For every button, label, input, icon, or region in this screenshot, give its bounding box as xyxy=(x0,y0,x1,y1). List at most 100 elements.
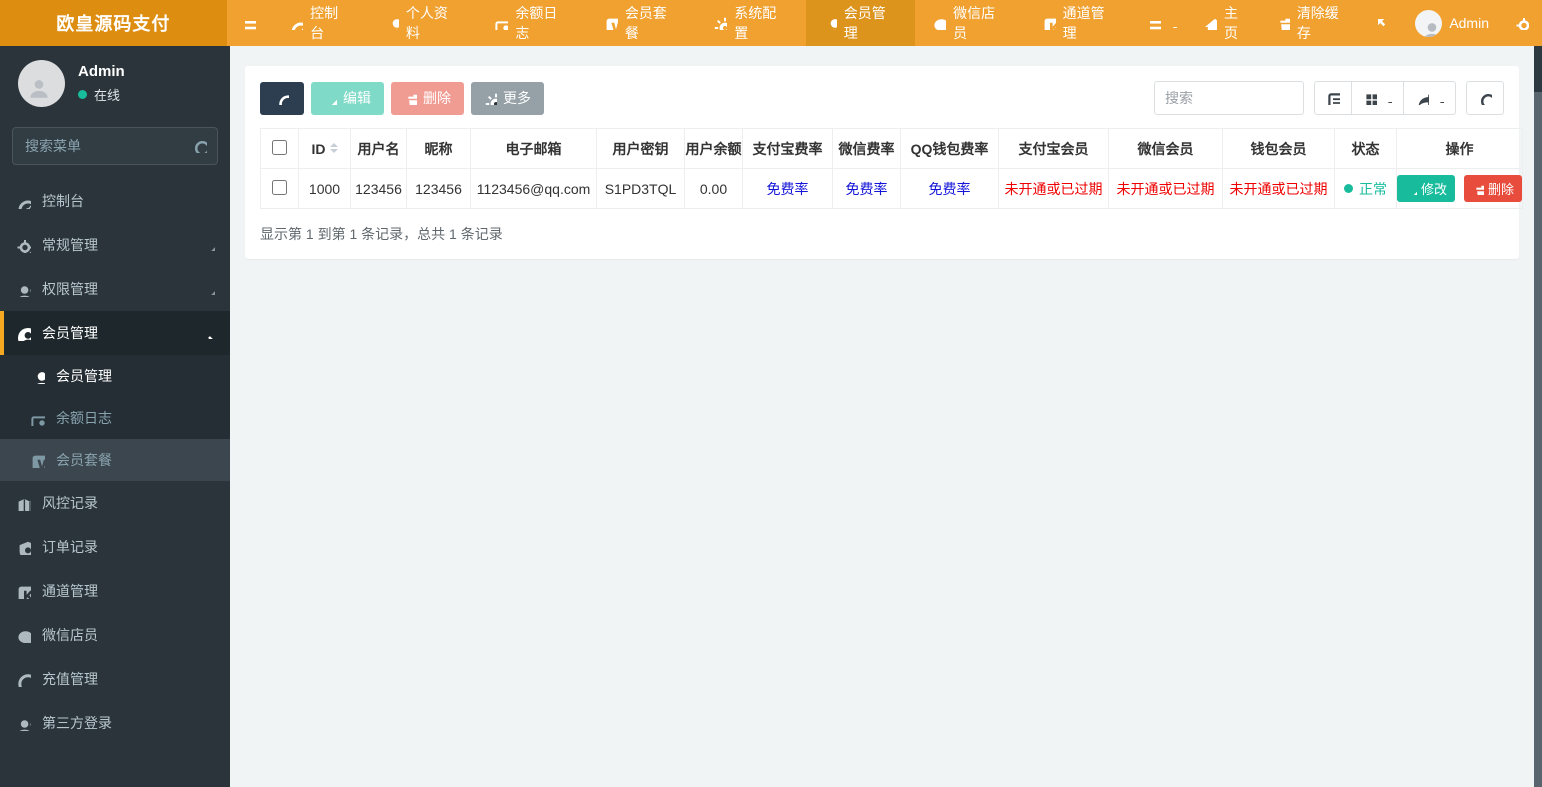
nav-item-member-package[interactable]: 会员套餐 xyxy=(587,0,696,46)
caret-down-icon xyxy=(1388,101,1392,103)
trash-icon xyxy=(408,94,417,105)
sidebar-toggle-button[interactable] xyxy=(227,0,272,46)
edit-button-label: 编辑 xyxy=(343,90,371,106)
member-manage-submenu: 会员管理 余额日志 会员套餐 xyxy=(0,355,230,481)
caret-down-icon xyxy=(1173,26,1178,28)
money-icon xyxy=(495,21,509,30)
chevron-down-icon xyxy=(207,335,215,339)
cell-status: 正常 xyxy=(1334,168,1397,209)
sidebar-item-general-manage[interactable]: 常规管理 xyxy=(0,223,230,267)
header-id[interactable]: ID xyxy=(298,128,351,169)
sidebar-item-dashboard[interactable]: 控制台 xyxy=(0,179,230,223)
k-square-icon xyxy=(18,586,31,599)
header-secret: 用户密钥 xyxy=(596,128,685,169)
submenu-item-balance-log[interactable]: 余额日志 xyxy=(0,397,230,439)
nav-item-label: 系统配置 xyxy=(734,5,777,41)
sidebar-item-auth-manage[interactable]: 权限管理 xyxy=(0,267,230,311)
nav-item-label: 会员管理 xyxy=(843,5,886,41)
sidebar-item-risk-record[interactable]: 风控记录 xyxy=(0,481,230,525)
cell-nickname: 123456 xyxy=(406,168,471,209)
circle-o-icon xyxy=(18,673,31,687)
detail-view-button[interactable] xyxy=(1314,81,1352,115)
sidebar-item-label: 控制台 xyxy=(42,193,84,209)
cell-qq-rate: 免费率 xyxy=(900,168,999,209)
map-icon xyxy=(17,497,31,511)
columns-button[interactable] xyxy=(1351,81,1404,115)
edit-button[interactable]: 编辑 xyxy=(311,81,384,115)
scrollbar-thumb[interactable] xyxy=(1534,46,1542,92)
search-toggle-button[interactable] xyxy=(1466,81,1504,115)
user-status-label: 在线 xyxy=(94,88,121,103)
cell-wallet-vip: 未开通或已过期 xyxy=(1222,168,1335,209)
online-dot-icon xyxy=(78,90,87,99)
status-badge: 正常 xyxy=(1344,179,1387,199)
fullscreen-button[interactable] xyxy=(1362,16,1402,30)
submenu-item-member-manage[interactable]: 会员管理 xyxy=(0,355,230,397)
header-qq-rate: QQ钱包费率 xyxy=(900,128,999,169)
select-all-cell xyxy=(260,128,299,169)
clear-cache-label: 清除缓存 xyxy=(1296,5,1339,41)
main-content: 编辑 删除 更多 搜索 ID 用户名 昵称 电子邮箱 用户密钥 用户余额 支付宝… xyxy=(230,46,1534,787)
select-all-checkbox[interactable] xyxy=(272,139,287,155)
person-icon xyxy=(29,80,48,98)
row-checkbox[interactable] xyxy=(272,179,287,195)
nav-item-system-config[interactable]: 系统配置 xyxy=(696,0,805,46)
home-button[interactable]: 主页 xyxy=(1190,3,1263,43)
settings-button[interactable] xyxy=(1502,16,1542,30)
menu-icon xyxy=(1150,21,1162,30)
sidebar-search-input[interactable] xyxy=(12,127,218,165)
nav-item-wechat-clerk[interactable]: 微信店员 xyxy=(915,0,1024,46)
nav-item-label: 会员套餐 xyxy=(624,5,667,41)
header-nickname: 昵称 xyxy=(406,128,471,169)
brand-logo[interactable]: 欧皇源码支付 xyxy=(0,0,227,46)
table-search-input[interactable] xyxy=(1154,81,1304,115)
row-edit-button[interactable]: 修改 xyxy=(1397,175,1456,202)
clear-cache-button[interactable]: 清除缓存 xyxy=(1263,3,1363,43)
more-button[interactable]: 更多 xyxy=(471,81,544,115)
menu-icon xyxy=(245,21,257,30)
sidebar-item-member-manage[interactable]: 会员管理 xyxy=(0,311,230,355)
sort-icon xyxy=(329,142,338,153)
refresh-button[interactable] xyxy=(260,81,304,115)
sidebar-item-order-record[interactable]: 订单记录 xyxy=(0,525,230,569)
sidebar-search xyxy=(12,127,218,165)
sidebar-item-third-party-login[interactable]: 第三方登录 xyxy=(0,701,230,745)
avatar xyxy=(1415,9,1443,37)
admin-menu[interactable]: Admin xyxy=(1402,9,1502,37)
wechat-icon xyxy=(18,630,31,643)
sidebar-item-label: 权限管理 xyxy=(42,281,98,297)
more-button-label: 更多 xyxy=(503,90,531,106)
sidebar-item-label: 通道管理 xyxy=(42,583,98,599)
sidebar-item-label: 风控记录 xyxy=(42,495,98,511)
table-row[interactable]: 1000 123456 123456 1123456@qq.com S1PD3T… xyxy=(260,168,1523,209)
sidebar-item-channel-manage[interactable]: 通道管理 xyxy=(0,569,230,613)
nav-item-profile[interactable]: 个人资料 xyxy=(368,0,477,46)
sidebar-item-recharge-manage[interactable]: 充值管理 xyxy=(0,657,230,701)
submenu-item-member-package[interactable]: 会员套餐 xyxy=(0,439,230,481)
sidebar-item-wechat-clerk[interactable]: 微信店员 xyxy=(0,613,230,657)
sidebar-user-panel: Admin 在线 xyxy=(0,46,230,119)
user-circle-icon xyxy=(18,327,31,341)
nav-item-balance-log[interactable]: 余额日志 xyxy=(477,0,586,46)
user-icon xyxy=(388,19,399,30)
header-balance: 用户余额 xyxy=(684,128,743,169)
nav-item-dashboard[interactable]: 控制台 xyxy=(272,0,368,46)
export-button[interactable] xyxy=(1403,81,1456,115)
sidebar: Admin 在线 控制台 常规管理 权限管理 会员管理 xyxy=(0,46,230,787)
sidebar-item-label: 会员管理 xyxy=(42,325,98,341)
tachometer-icon xyxy=(18,200,31,209)
table-panel: 编辑 删除 更多 搜索 ID 用户名 昵称 电子邮箱 用户密钥 用户余额 支付宝… xyxy=(245,66,1523,259)
vertical-scrollbar[interactable] xyxy=(1534,46,1542,787)
v-square-icon xyxy=(606,18,618,30)
row-select-cell xyxy=(260,168,299,209)
k-square-icon xyxy=(1044,18,1056,30)
sidebar-item-label: 充值管理 xyxy=(42,671,98,687)
row-edit-label: 修改 xyxy=(1421,182,1448,197)
chevron-left-icon xyxy=(210,287,215,295)
nav-item-channel-manage[interactable]: 通道管理 xyxy=(1025,0,1134,46)
tabs-dropdown-button[interactable] xyxy=(1134,16,1190,30)
row-delete-button[interactable]: 删除 xyxy=(1463,175,1522,202)
delete-button[interactable]: 删除 xyxy=(391,81,464,115)
nav-item-member-manage[interactable]: 会员管理 xyxy=(805,0,916,46)
cell-alipay-rate: 免费率 xyxy=(742,168,833,209)
